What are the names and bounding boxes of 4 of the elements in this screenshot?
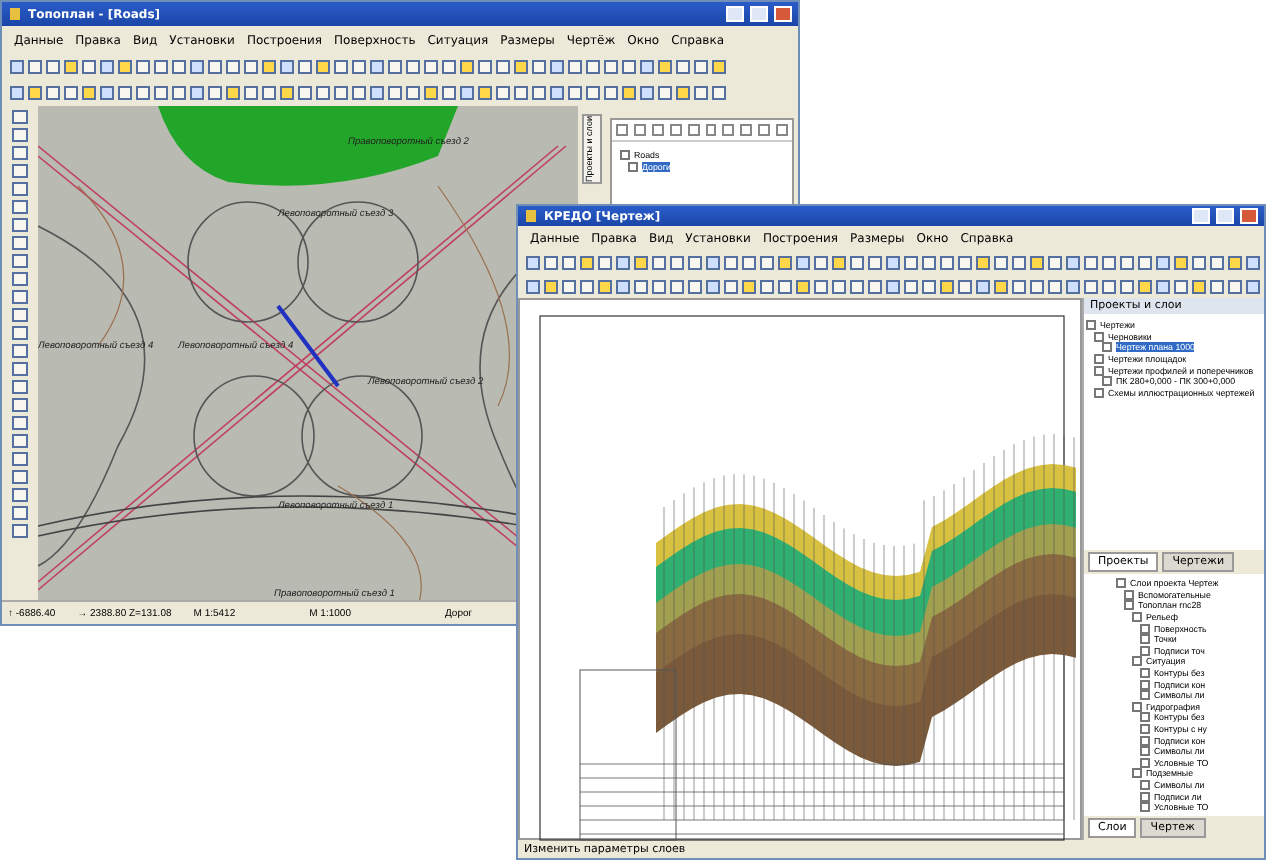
- close-button[interactable]: [1240, 208, 1258, 224]
- app-icon: [524, 208, 538, 224]
- close-button[interactable]: [774, 6, 792, 22]
- app-icon: [8, 6, 22, 22]
